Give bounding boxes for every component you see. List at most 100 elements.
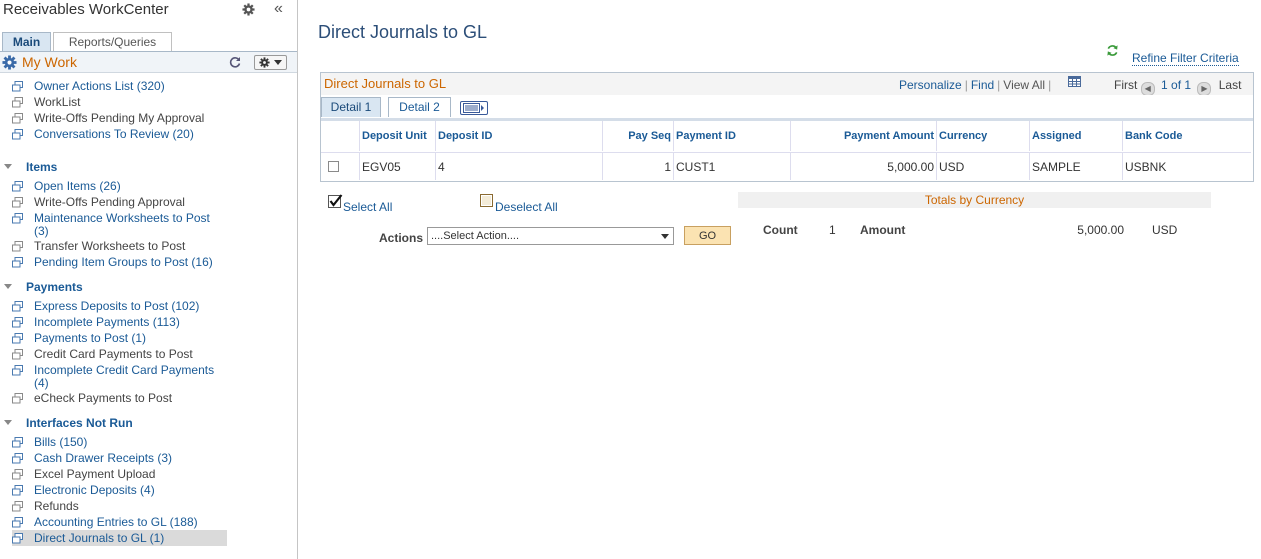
totals-title: Totals by Currency	[924, 193, 1025, 207]
gear-icon[interactable]	[242, 3, 255, 16]
page-title: Direct Journals to GL	[318, 22, 488, 42]
totals-currency-value: USD	[1152, 223, 1178, 237]
list-icon	[12, 393, 23, 404]
collapse-sidebar-icon[interactable]: «	[274, 0, 283, 18]
tab-detail-1[interactable]: Detail 1	[321, 97, 381, 117]
refine-filter-criteria-link[interactable]: Refine Filter Criteria	[1132, 51, 1239, 66]
refresh-arrows-icon[interactable]	[1106, 44, 1119, 57]
cell-deposit-id-link[interactable]: 4	[436, 152, 603, 180]
sidebar-item-label[interactable]: Pending Item Groups to Post (16)	[34, 256, 244, 269]
sidebar-item-label[interactable]: Payments to Post (1)	[34, 332, 244, 345]
actions-select[interactable]: ....Select Action....	[427, 227, 674, 245]
list-icon	[12, 197, 23, 208]
list-icon	[12, 365, 23, 376]
select-all-link[interactable]: Select All	[343, 200, 392, 214]
section-interfaces-not-run[interactable]: Interfaces Not Run	[26, 416, 133, 430]
sidebar-item-label: Transfer Worksheets to Post	[34, 239, 186, 253]
sidebar-item-label[interactable]: Cash Drawer Receipts (3)	[34, 452, 244, 465]
show-all-columns-icon[interactable]	[460, 101, 488, 115]
sidebar-item-label[interactable]: Incomplete Payments (113)	[34, 316, 244, 329]
sidebar-item-label[interactable]: Bills (150)	[34, 436, 244, 449]
expand-triangle-icon[interactable]	[4, 164, 12, 169]
refresh-icon[interactable]	[229, 56, 241, 68]
next-arrow-icon[interactable]: ▶	[1197, 82, 1212, 96]
sidebar-item-direct-journals-to-gl[interactable]: Direct Journals to GL (1)	[12, 530, 227, 546]
first-label: First	[1114, 78, 1138, 92]
list-icon	[12, 453, 23, 464]
grid-tabs: Detail 1 Detail 2	[321, 95, 1253, 121]
column-header-deposit-id[interactable]: Deposit ID	[436, 121, 603, 151]
go-button[interactable]: GO	[684, 226, 731, 245]
list-icon	[12, 333, 23, 344]
sidebar: Receivables WorkCenter « Main Reports/Qu…	[0, 0, 298, 559]
sidebar-item-label[interactable]: Accounting Entries to GL (188)	[34, 516, 244, 529]
column-header-payment-id[interactable]: Payment ID	[674, 121, 791, 151]
cell-pay-seq: 1	[603, 152, 674, 180]
row-checkbox[interactable]	[328, 161, 339, 172]
expand-triangle-icon[interactable]	[4, 420, 12, 425]
deselect-all-link[interactable]: Deselect All	[495, 200, 558, 214]
list-icon	[12, 301, 23, 312]
previous-arrow-icon[interactable]: ◀	[1140, 82, 1155, 96]
options-gear-icon	[259, 57, 270, 68]
find-link[interactable]: Find	[971, 78, 994, 92]
list-icon	[12, 213, 23, 224]
column-header-pay-seq[interactable]: Pay Seq	[603, 121, 674, 151]
row-select-cell	[321, 152, 360, 180]
tab-detail-2[interactable]: Detail 2	[388, 97, 451, 117]
cell-payment-amount: 5,000.00	[791, 152, 937, 180]
sidebar-item-label: Write-Offs Pending My Approval	[34, 111, 205, 125]
sidebar-item-label[interactable]: Express Deposits to Post (102)	[34, 300, 244, 313]
grid-header-bar: Direct Journals to GL Personalize | Find | V…	[321, 73, 1253, 96]
sidebar-item-label[interactable]: Incomplete Credit Card Payments (4)	[34, 364, 224, 390]
sidebar-item-label: Write-Offs Pending Approval	[34, 195, 185, 209]
sidebar-item-label[interactable]: Maintenance Worksheets to Post (3)	[34, 212, 224, 238]
column-header-assigned[interactable]: Assigned	[1030, 121, 1123, 151]
sidebar-item-label: WorkList	[34, 95, 81, 109]
list-icon	[12, 533, 23, 544]
tab-reports-queries[interactable]: Reports/Queries	[53, 32, 172, 51]
grid-nav: Personalize | Find | View All |	[899, 78, 1052, 92]
personalize-link[interactable]: Personalize	[899, 78, 962, 92]
section-items[interactable]: Items	[26, 160, 57, 174]
list-icon	[12, 349, 23, 360]
tab-main[interactable]: Main	[2, 32, 51, 51]
workcenter-title: Receivables WorkCenter	[3, 1, 169, 18]
mywork-options-dropdown[interactable]	[254, 55, 287, 70]
column-header-bank-code[interactable]: Bank Code	[1123, 121, 1251, 151]
mywork-header: My Work	[0, 52, 297, 73]
expand-triangle-icon[interactable]	[4, 284, 12, 289]
chevron-down-icon	[274, 60, 282, 65]
spreadsheet-icon[interactable]	[1068, 76, 1081, 87]
grid-title: Direct Journals to GL	[324, 76, 447, 91]
totals-count-value: 1	[829, 223, 836, 237]
checkbox-checked-icon	[328, 194, 343, 208]
column-header-currency[interactable]: Currency	[937, 121, 1030, 151]
cell-payment-id: CUST1	[674, 152, 791, 180]
direct-journals-grid: Direct Journals to GL Personalize | Find | V…	[320, 72, 1254, 182]
sidebar-item-label: Credit Card Payments to Post	[34, 347, 193, 361]
sidebar-item-label[interactable]: Direct Journals to GL (1)	[34, 532, 244, 545]
list-icon	[12, 501, 23, 512]
sidebar-item-label: Refunds	[34, 499, 79, 513]
sidebar-item-label[interactable]: Conversations To Review (20)	[34, 128, 244, 141]
section-payments[interactable]: Payments	[26, 280, 83, 294]
sidebar-item-label[interactable]: Open Items (26)	[34, 180, 244, 193]
column-header-payment-amount[interactable]: Payment Amount	[791, 121, 937, 151]
actions-selected-value: ....Select Action....	[431, 230, 520, 242]
totals-amount-label: Amount	[860, 223, 906, 237]
column-header-deposit-unit[interactable]: Deposit Unit	[360, 121, 436, 151]
list-icon	[12, 437, 23, 448]
view-all-link[interactable]: View All	[1003, 78, 1045, 92]
list-icon	[12, 517, 23, 528]
list-icon	[12, 81, 23, 92]
list-icon	[12, 241, 23, 252]
sidebar-item-label[interactable]: Owner Actions List (320)	[34, 80, 244, 93]
list-icon	[12, 129, 23, 140]
columns-icon	[463, 103, 484, 113]
totals-header-bar: Totals by Currency	[738, 192, 1211, 208]
sidebar-item-label[interactable]: Electronic Deposits (4)	[34, 484, 244, 497]
cell-currency: USD	[937, 152, 1030, 180]
pager-count: 1 of 1	[1161, 78, 1192, 92]
select-column-header	[321, 121, 360, 151]
